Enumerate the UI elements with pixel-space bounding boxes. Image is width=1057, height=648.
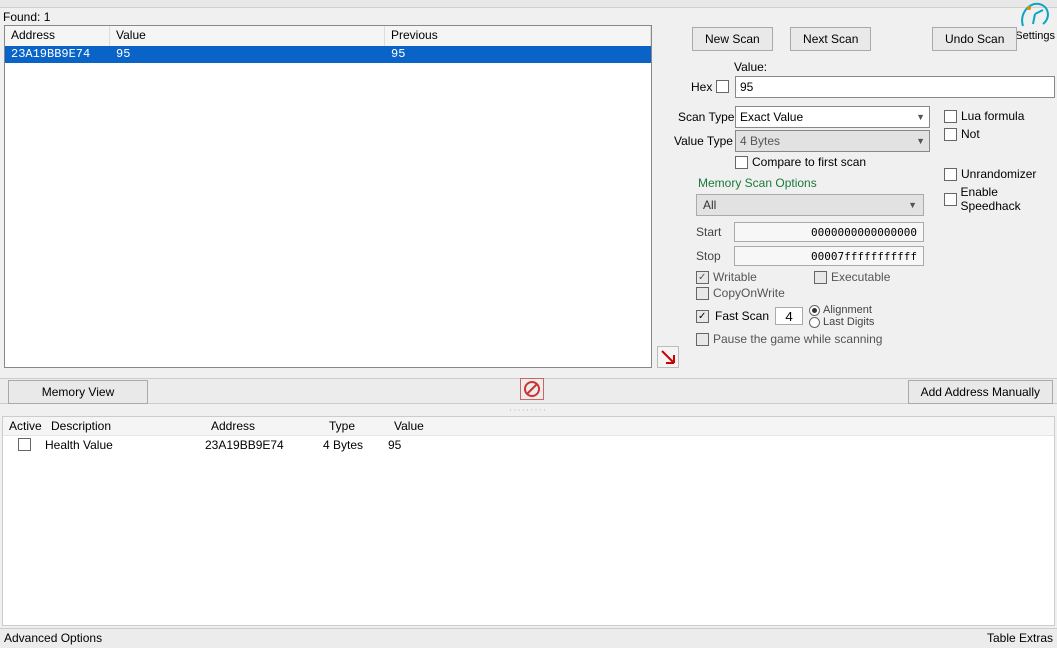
mso-title: Memory Scan Options — [690, 176, 930, 190]
arrow-down-right-icon — [660, 349, 676, 365]
scan-results[interactable]: Address Value Previous 23A19BB9E74 95 95 — [4, 25, 652, 368]
unrandomizer-label: Unrandomizer — [961, 167, 1036, 181]
cell-address: 23A19BB9E74 — [5, 46, 110, 63]
last-digits-radio[interactable] — [809, 317, 820, 328]
executable-checkbox[interactable] — [814, 271, 827, 284]
scan-type-value: Exact Value — [740, 110, 803, 124]
cow-label: CopyOnWrite — [713, 286, 785, 300]
table-extras[interactable]: Table Extras — [987, 631, 1053, 646]
mso-region-select[interactable]: All ▼ — [696, 194, 924, 216]
col-previous[interactable]: Previous — [385, 26, 651, 46]
start-label: Start — [696, 225, 728, 239]
fast-scan-value[interactable] — [775, 307, 803, 325]
writable-checkbox[interactable] — [696, 271, 709, 284]
col-type[interactable]: Type — [323, 417, 388, 435]
new-scan-button[interactable]: New Scan — [692, 27, 773, 51]
add-to-list-button[interactable] — [657, 346, 679, 368]
speedhack-checkbox[interactable] — [944, 193, 957, 206]
fast-scan-label: Fast Scan — [715, 309, 769, 323]
chevron-down-icon: ▼ — [916, 136, 925, 146]
table-row[interactable]: Health Value 23A19BB9E74 4 Bytes 95 — [3, 436, 1054, 454]
pause-label: Pause the game while scanning — [713, 332, 882, 346]
memory-view-button[interactable]: Memory View — [8, 380, 148, 404]
value-type-label: Value Type — [674, 134, 733, 148]
value-type-value: 4 Bytes — [740, 134, 780, 148]
scan-type-select[interactable]: Exact Value ▼ — [735, 106, 930, 128]
chevron-down-icon: ▼ — [908, 200, 917, 210]
alignment-radio[interactable] — [809, 305, 820, 316]
add-address-manually-button[interactable]: Add Address Manually — [908, 380, 1053, 404]
cell-value2: 95 — [388, 438, 1054, 452]
settings-link[interactable]: Settings — [1015, 0, 1055, 42]
last-digits-label: Last Digits — [823, 316, 874, 328]
found-count: Found: 1 — [3, 10, 50, 24]
cell-type: 4 Bytes — [323, 438, 388, 452]
fast-scan-checkbox[interactable] — [696, 310, 709, 323]
value-input[interactable] — [735, 76, 1055, 98]
col-active[interactable]: Active — [3, 417, 45, 435]
splitter[interactable]: ∙∙∙∙∙∙∙∙∙ — [0, 405, 1057, 415]
no-icon[interactable] — [520, 378, 544, 400]
not-checkbox[interactable] — [944, 128, 957, 141]
cow-checkbox[interactable] — [696, 287, 709, 300]
col-address[interactable]: Address — [5, 26, 110, 46]
writable-label: Writable — [713, 270, 757, 284]
not-label: Not — [961, 127, 980, 141]
cell-description: Health Value — [45, 438, 205, 452]
next-scan-button[interactable]: Next Scan — [790, 27, 871, 51]
executable-label: Executable — [831, 270, 890, 284]
lua-checkbox[interactable] — [944, 110, 957, 123]
compare-first-label: Compare to first scan — [752, 155, 866, 169]
col-value[interactable]: Value — [110, 26, 385, 46]
speedhack-label: Enable Speedhack — [961, 185, 1057, 213]
result-row[interactable]: 23A19BB9E74 95 95 — [5, 46, 651, 63]
value-type-select[interactable]: 4 Bytes ▼ — [735, 130, 930, 152]
cell-address2: 23A19BB9E74 — [205, 438, 323, 452]
cell-value: 95 — [110, 46, 385, 63]
prohibit-icon — [523, 380, 541, 398]
cell-previous: 95 — [385, 46, 651, 63]
app-logo-icon — [1017, 0, 1053, 30]
pause-checkbox[interactable] — [696, 333, 709, 346]
scan-type-label: Scan Type — [678, 110, 734, 124]
stop-input[interactable] — [734, 246, 924, 266]
start-input[interactable] — [734, 222, 924, 242]
undo-scan-button[interactable]: Undo Scan — [932, 27, 1017, 51]
address-list[interactable]: Active Description Address Type Value He… — [2, 416, 1055, 626]
compare-first-checkbox[interactable] — [735, 156, 748, 169]
hex-checkbox[interactable] — [716, 80, 729, 93]
stop-label: Stop — [696, 249, 728, 263]
lua-label: Lua formula — [961, 109, 1024, 123]
hex-label: Hex — [691, 80, 712, 94]
alignment-label: Alignment — [823, 304, 872, 316]
col-address2[interactable]: Address — [205, 417, 323, 435]
settings-label: Settings — [1015, 30, 1055, 42]
col-description[interactable]: Description — [45, 417, 205, 435]
chevron-down-icon: ▼ — [916, 112, 925, 122]
value-label: Value: — [734, 60, 767, 74]
active-checkbox[interactable] — [18, 438, 31, 451]
memory-scan-options: Memory Scan Options All ▼ Start Stop Wri… — [690, 176, 930, 366]
mso-region-value: All — [703, 198, 716, 212]
col-value2[interactable]: Value — [388, 417, 1054, 435]
advanced-options[interactable]: Advanced Options — [4, 631, 102, 646]
unrandomizer-checkbox[interactable] — [944, 168, 957, 181]
